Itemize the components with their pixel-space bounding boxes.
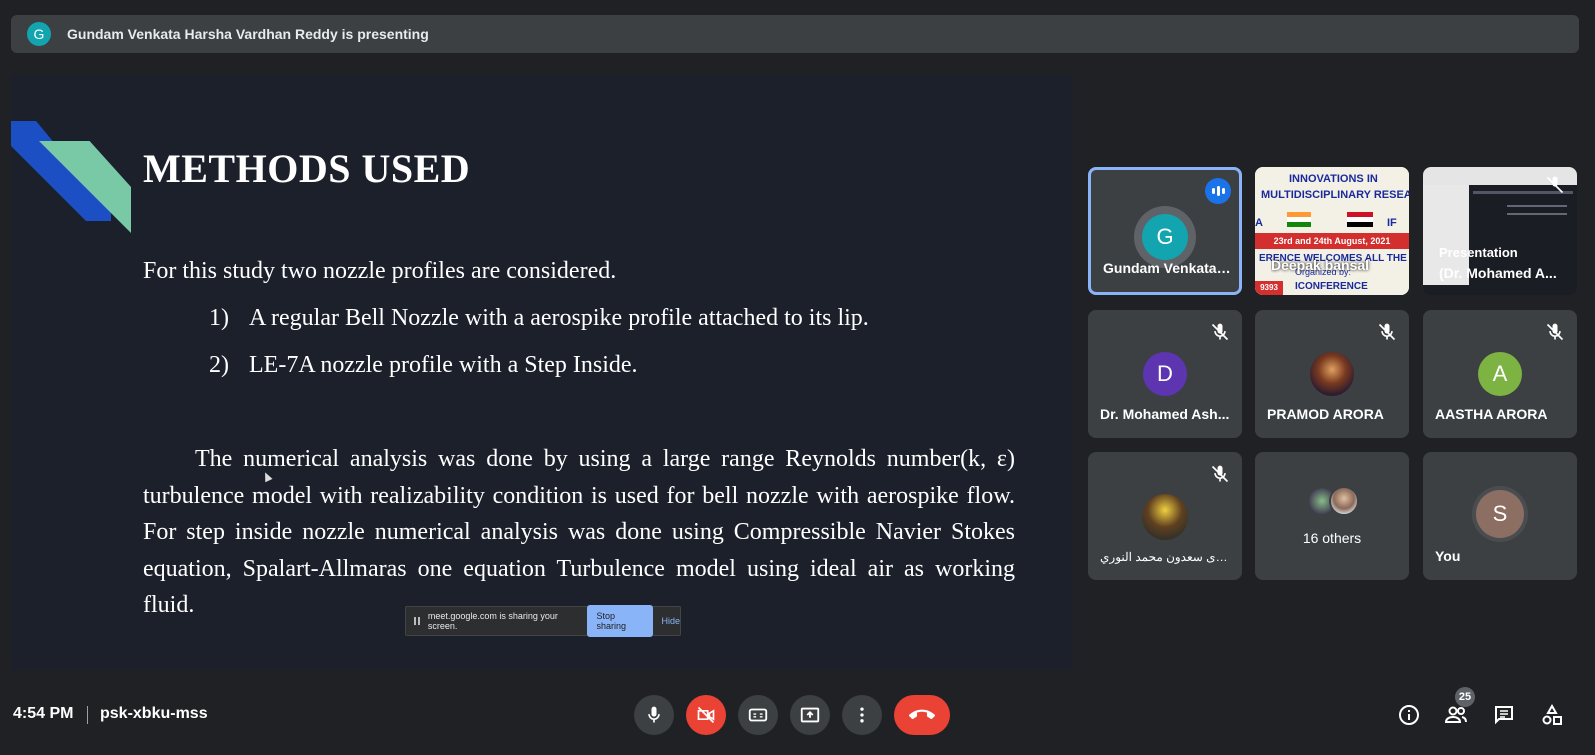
presenting-text: Gundam Venkata Harsha Vardhan Reddy is p…	[67, 26, 429, 42]
participant-name: Presentation	[1439, 245, 1518, 260]
banner-text: MULTIDISCIPLINARY RESEA	[1261, 189, 1409, 201]
meeting-controls-bar: 4:54 PM psk-xbku-mss 25	[0, 687, 1595, 755]
participant-name: You	[1435, 548, 1461, 564]
chat-button[interactable]	[1491, 702, 1517, 728]
presenting-banner: G Gundam Venkata Harsha Vardhan Reddy is…	[11, 15, 1579, 53]
flag-iraq	[1347, 222, 1373, 227]
banner-date: 23rd and 24th August, 2021	[1255, 233, 1409, 249]
participant-tile[interactable]: G Gundam Venkata ...	[1088, 167, 1242, 295]
pause-icon	[414, 617, 420, 625]
avatar: A	[1478, 352, 1522, 396]
avatar-ring: G	[1134, 206, 1196, 268]
participant-subname: (Dr. Mohamed A...	[1439, 265, 1557, 281]
present-screen-icon	[800, 707, 820, 723]
video-feed: INNOVATIONS IN MULTIDISCIPLINARY RESEA A…	[1255, 167, 1409, 295]
slide-list-item: 1) A regular Bell Nozzle with a aerospik…	[209, 305, 869, 332]
participant-tile[interactable]: S You	[1423, 452, 1577, 580]
avatar	[1310, 352, 1354, 396]
mic-off-icon	[1378, 323, 1396, 341]
present-button[interactable]	[790, 695, 830, 735]
presenter-avatar: G	[27, 22, 51, 46]
captions-icon	[748, 708, 768, 722]
mic-off-icon	[1211, 465, 1229, 483]
screen-thumbnail	[1507, 205, 1567, 207]
more-options-button[interactable]	[842, 695, 882, 735]
meeting-code: psk-xbku-mss	[100, 705, 208, 722]
slide-paragraph: The numerical analysis was done by using…	[143, 446, 1015, 618]
meeting-time: 4:54 PM	[13, 705, 74, 722]
participant-name: PRAMOD ARORA	[1267, 406, 1384, 422]
slide-list-item: 2) LE-7A nozzle profile with a Step Insi…	[209, 352, 638, 379]
share-notice-text: meet.google.com is sharing your screen.	[427, 611, 558, 631]
participant-count-badge: 25	[1455, 687, 1475, 707]
avatar: D	[1143, 352, 1187, 396]
shared-screen: METHODS USED For this study two nozzle p…	[11, 75, 1073, 670]
more-vert-icon	[860, 707, 864, 723]
meeting-details-button[interactable]	[1396, 702, 1422, 728]
avatar	[1329, 486, 1359, 516]
microphone-icon	[648, 706, 660, 723]
microphone-button[interactable]	[634, 695, 674, 735]
mic-off-icon	[1546, 323, 1564, 341]
participant-name: Gundam Venkata ...	[1103, 260, 1231, 276]
hide-notice-button[interactable]: Hide	[661, 616, 680, 626]
participant-tile[interactable]: INNOVATIONS IN MULTIDISCIPLINARY RESEA A…	[1255, 167, 1409, 295]
banner-text: IF	[1387, 217, 1397, 229]
banner-text: A	[1255, 217, 1263, 229]
list-text: A regular Bell Nozzle with a aerospike p…	[249, 305, 869, 331]
participant-tile[interactable]: D Dr. Mohamed Ash...	[1088, 310, 1242, 438]
info-icon	[1399, 705, 1419, 725]
avatar: G	[1142, 214, 1188, 260]
activities-icon	[1542, 703, 1562, 725]
flag-india	[1287, 222, 1311, 227]
list-text: LE-7A nozzle profile with a Step Inside.	[249, 352, 638, 378]
participant-name: Dr. Mohamed Ash...	[1100, 406, 1230, 422]
avatar-ring: S	[1472, 486, 1528, 542]
mic-off-icon	[1546, 176, 1564, 194]
participant-tile[interactable]: بشرى سعدون محمد النوري	[1088, 452, 1242, 580]
avatar: S	[1476, 490, 1524, 538]
divider	[87, 706, 88, 724]
mic-off-icon	[1211, 323, 1229, 341]
slide-intro: For this study two nozzle profiles are c…	[143, 258, 617, 284]
participant-name: بشرى سعدون محمد النوري	[1100, 550, 1234, 564]
screen-share-notice: meet.google.com is sharing your screen. …	[405, 605, 681, 637]
participant-tile[interactable]: 16 others	[1255, 452, 1409, 580]
list-number: 1)	[209, 305, 229, 331]
banner-text: 9393	[1255, 281, 1283, 295]
avatar	[1142, 494, 1188, 540]
banner-text: INNOVATIONS IN	[1289, 173, 1378, 185]
banner-text: ICONFERENCE	[1295, 281, 1368, 292]
camera-button[interactable]	[686, 695, 726, 735]
slide-title: METHODS USED	[143, 146, 471, 191]
participant-tile[interactable]: Presentation (Dr. Mohamed A...	[1423, 167, 1577, 295]
participant-name: AASTHA ARORA	[1435, 406, 1548, 422]
end-call-icon	[909, 709, 935, 720]
list-number: 2)	[209, 352, 229, 378]
stop-sharing-button[interactable]: Stop sharing	[586, 605, 654, 637]
speaking-indicator-icon	[1205, 178, 1231, 204]
participant-name: Deepak bansal	[1271, 257, 1370, 273]
captions-button[interactable]	[738, 695, 778, 735]
activities-button[interactable]	[1539, 702, 1565, 728]
camera-off-icon	[697, 706, 715, 724]
leave-call-button[interactable]	[894, 695, 950, 735]
others-count: 16 others	[1302, 530, 1362, 546]
participant-tile[interactable]: A AASTHA ARORA	[1423, 310, 1577, 438]
chat-icon	[1495, 706, 1513, 725]
participant-tile[interactable]: PRAMOD ARORA	[1255, 310, 1409, 438]
screen-thumbnail	[1507, 213, 1567, 215]
